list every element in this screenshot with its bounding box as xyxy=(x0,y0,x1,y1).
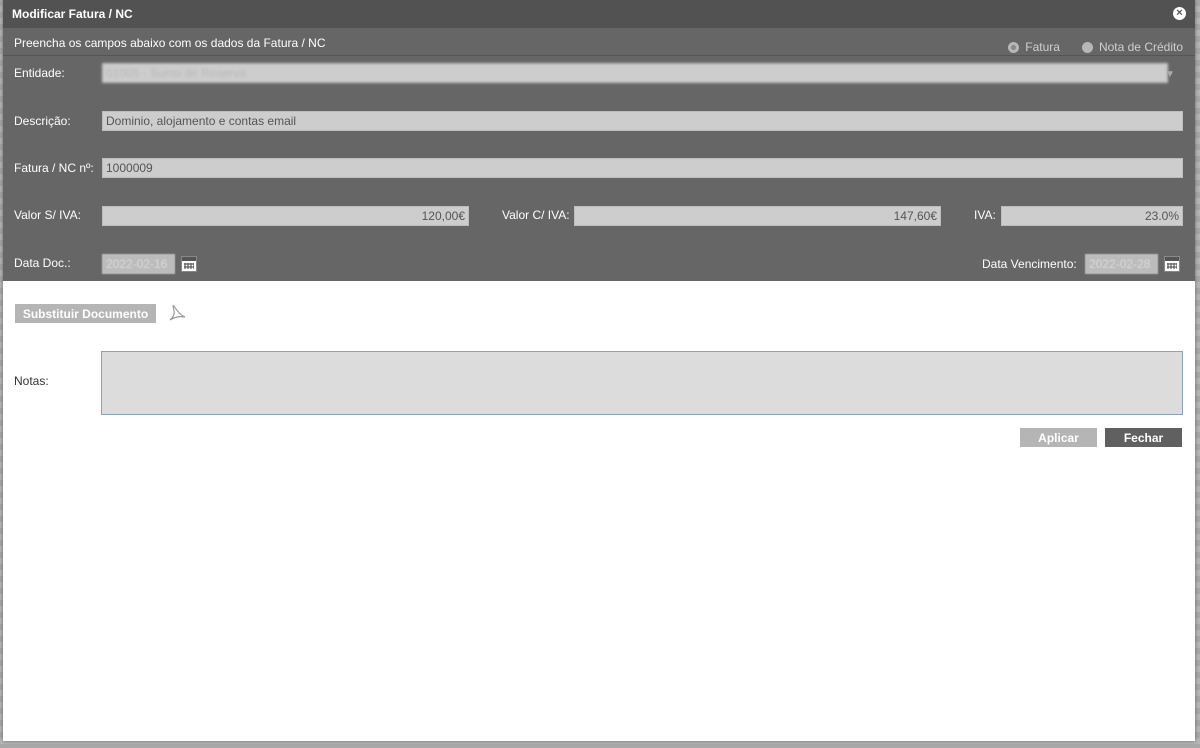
fatura-number-label: Fatura / NC nº: xyxy=(14,161,94,175)
document-type-group: Fatura Nota de Crédito xyxy=(1008,40,1183,54)
notas-textarea[interactable] xyxy=(101,351,1183,415)
data-vencimento-label: Data Vencimento: xyxy=(982,257,1077,271)
close-icon[interactable]: × xyxy=(1173,7,1186,20)
substituir-documento-button[interactable]: Substituir Documento xyxy=(15,304,156,323)
data-vencimento-input[interactable]: 2022-02-28 xyxy=(1085,254,1158,274)
valor-s-iva-input[interactable]: 120,00€ xyxy=(102,206,469,226)
pdf-icon[interactable] xyxy=(167,303,187,323)
modify-invoice-dialog: Modificar Fatura / NC × Preencha os camp… xyxy=(3,0,1195,741)
dialog-titlebar: Modificar Fatura / NC × xyxy=(3,0,1195,28)
calendar-icon[interactable] xyxy=(1164,256,1180,272)
descricao-label: Descrição: xyxy=(14,114,71,128)
descricao-input[interactable]: Dominio, alojamento e contas email xyxy=(102,111,1183,131)
radio-nota-credito[interactable]: Nota de Crédito xyxy=(1081,40,1183,54)
entidade-select[interactable]: 01005 - Sumo de Reserva xyxy=(102,63,1168,83)
calendar-icon[interactable] xyxy=(181,256,197,272)
fechar-button[interactable]: Fechar xyxy=(1105,428,1182,447)
radio-fatura-label: Fatura xyxy=(1025,40,1060,54)
divider xyxy=(3,55,1195,56)
fatura-number-input[interactable]: 1000009 xyxy=(102,158,1183,178)
data-doc-label: Data Doc.: xyxy=(14,256,71,270)
valor-c-iva-label: Valor C/ IVA: xyxy=(502,208,570,222)
radio-dot-icon xyxy=(1008,41,1020,53)
iva-input[interactable]: 23.0% xyxy=(1001,206,1183,226)
radio-fatura[interactable]: Fatura xyxy=(1008,40,1060,54)
data-doc-input[interactable]: 2022-02-16 xyxy=(102,254,175,274)
form-subtitle: Preencha os campos abaixo com os dados d… xyxy=(14,36,326,50)
notas-label: Notas: xyxy=(14,374,49,388)
invoice-form: Preencha os campos abaixo com os dados d… xyxy=(3,28,1195,281)
valor-s-iva-label: Valor S/ IVA: xyxy=(14,208,81,222)
aplicar-button[interactable]: Aplicar xyxy=(1020,428,1097,447)
dialog-title: Modificar Fatura / NC xyxy=(12,7,133,21)
iva-label: IVA: xyxy=(974,208,996,222)
chevron-down-icon[interactable]: ▼ xyxy=(1165,69,1175,80)
radio-dot-icon xyxy=(1081,41,1093,53)
radio-nota-credito-label: Nota de Crédito xyxy=(1098,40,1183,54)
entidade-label: Entidade: xyxy=(14,66,65,80)
valor-c-iva-input[interactable]: 147,60€ xyxy=(574,206,941,226)
